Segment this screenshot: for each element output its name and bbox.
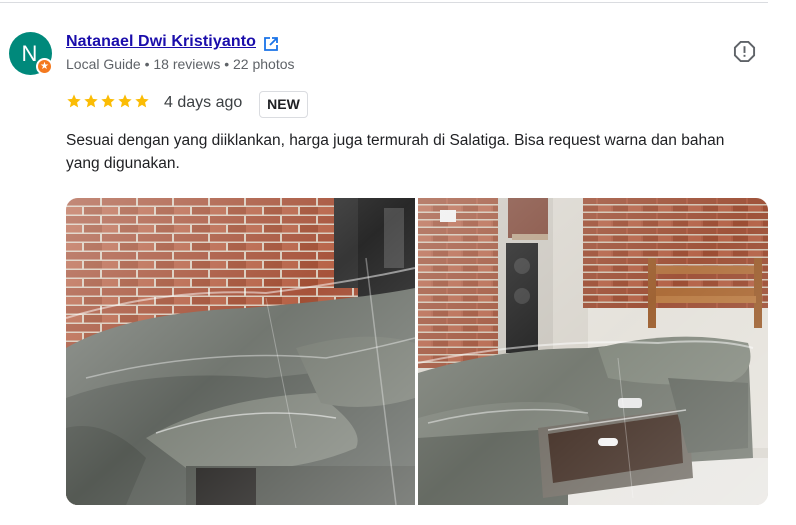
report-icon[interactable] [733,40,756,63]
star-icon [84,94,98,108]
reviewer-name-link[interactable]: Natanael Dwi Kristiyanto [66,33,256,51]
review-photos [66,198,768,505]
open-in-new-icon[interactable] [263,36,279,52]
top-divider [0,2,768,3]
review-date: 4 days ago [164,94,243,111]
review-text: Sesuai dengan yang diiklankan, harga jug… [66,132,725,172]
star-icon [67,94,81,108]
avatar-initial: N [21,41,38,66]
star-icon [135,94,149,108]
local-guide-star-icon: ★ [36,58,53,75]
review-photo-1[interactable] [66,198,415,505]
reviewer-meta: Local Guide • 18 reviews • 22 photos [66,56,295,72]
star-rating [66,93,150,109]
review-photo-2[interactable] [418,198,768,505]
sofa-wrapped-photo-image [66,198,415,505]
sofa-table-wrapped-photo-image [418,198,768,505]
new-badge: NEW [259,91,308,118]
star-icon [101,94,115,108]
star-icon [118,94,132,108]
